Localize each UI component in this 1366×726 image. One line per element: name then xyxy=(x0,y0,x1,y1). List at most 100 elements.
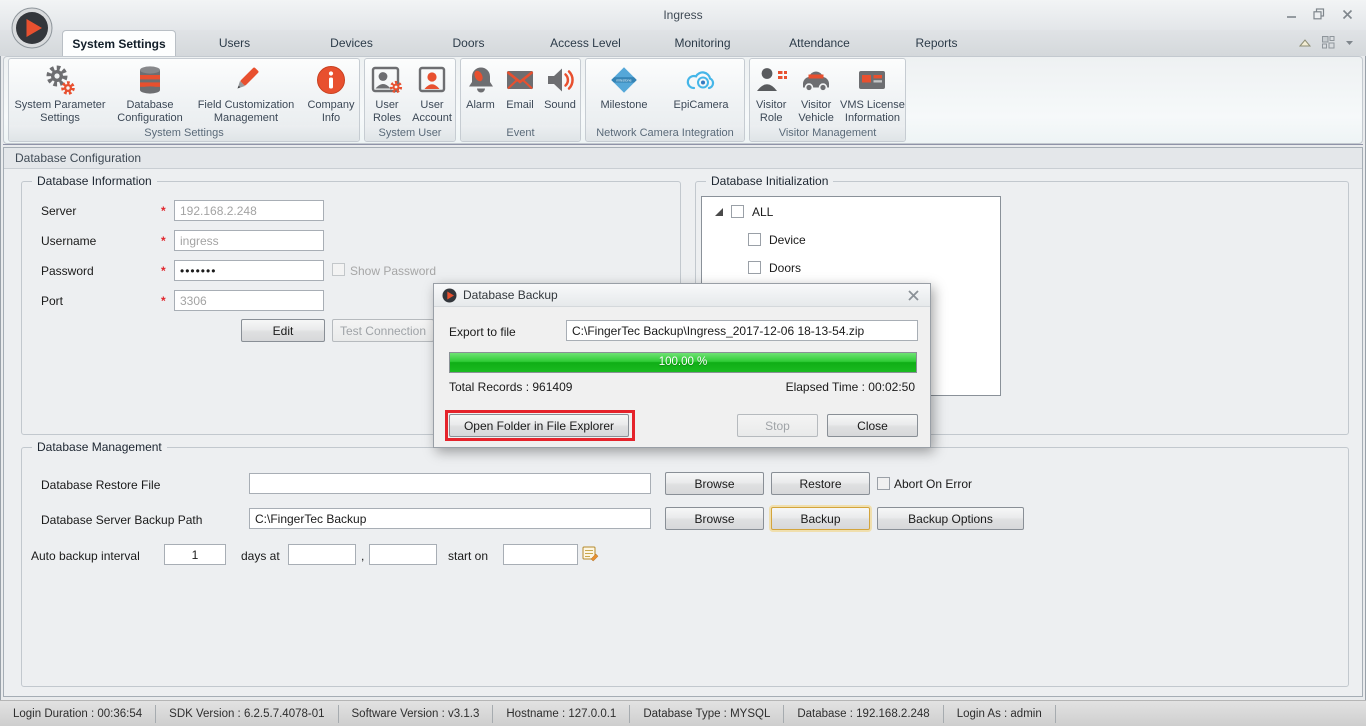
port-label: Port xyxy=(41,294,64,308)
restore-icon xyxy=(1313,8,1325,20)
ribbon-item-label: Database Configuration xyxy=(117,99,183,124)
show-password-label: Show Password xyxy=(350,264,437,278)
backup-options-button[interactable]: Backup Options xyxy=(877,507,1024,530)
database-restore-file-input[interactable] xyxy=(249,473,651,494)
required-marker: * xyxy=(161,204,166,218)
tree-item-device[interactable]: Device xyxy=(769,233,806,247)
milestone-icon: milestone xyxy=(611,67,637,93)
tab-doors[interactable]: Doors xyxy=(410,30,527,56)
ribbon-item-label: EpiCamera xyxy=(673,99,729,111)
ribbon: System Parameter Settings Database Confi… xyxy=(8,58,906,142)
close-dialog-button[interactable]: Close xyxy=(827,414,918,437)
port-input[interactable]: 3306 xyxy=(174,290,324,311)
ribbon-collapse-icon[interactable] xyxy=(1298,36,1312,50)
status-bar: Login Duration : 00:36:54 SDK Version : … xyxy=(0,700,1366,726)
browse-restore-button[interactable]: Browse xyxy=(665,472,764,495)
ribbon-group-caption: Network Camera Integration xyxy=(586,125,744,141)
dialog-close-icon[interactable] xyxy=(907,289,920,302)
ribbon-item-sound[interactable]: Sound xyxy=(540,63,580,112)
ribbon-item-visitor-role[interactable]: Visitor Role xyxy=(750,63,792,124)
app-window: Ingress System Settings Users Devices Do… xyxy=(0,0,1366,726)
tab-system-settings[interactable]: System Settings xyxy=(62,30,176,56)
tree-item-all[interactable]: ALL xyxy=(752,205,773,219)
total-records-label: Total Records : 961409 xyxy=(449,380,573,394)
username-label: Username xyxy=(41,234,97,248)
tab-monitoring[interactable]: Monitoring xyxy=(644,30,761,56)
backup-time2-input[interactable] xyxy=(369,544,437,565)
tab-attendance[interactable]: Attendance xyxy=(761,30,878,56)
restore-button[interactable]: Restore xyxy=(771,472,870,495)
required-marker: * xyxy=(161,234,166,248)
stop-button[interactable]: Stop xyxy=(737,414,818,437)
envelope-icon xyxy=(506,70,534,90)
tab-devices[interactable]: Devices xyxy=(293,30,410,56)
date-picker-icon[interactable] xyxy=(582,545,599,562)
tree-item-doors[interactable]: Doors xyxy=(769,261,801,275)
dialog-title: Database Backup xyxy=(463,288,558,302)
database-server-backup-path-input[interactable]: C:\FingerTec Backup xyxy=(249,508,651,529)
group-legend: Database Information xyxy=(32,174,157,188)
ribbon-item-epicamera[interactable]: EpiCamera xyxy=(662,63,740,112)
minimize-icon xyxy=(1286,15,1296,18)
ribbon-item-user-account[interactable]: User Account xyxy=(409,63,455,124)
tree-checkbox-doors[interactable] xyxy=(748,261,761,274)
minimize-button[interactable] xyxy=(1284,7,1298,21)
status-database-type: Database Type : MYSQL xyxy=(630,704,785,723)
group-legend: Database Initialization xyxy=(706,174,834,188)
pencil-icon xyxy=(237,67,259,89)
ribbon-item-milestone[interactable]: milestone Milestone xyxy=(586,63,662,112)
more-dropdown-icon[interactable] xyxy=(1345,38,1354,47)
show-password-checkbox[interactable] xyxy=(332,263,345,276)
test-connection-button[interactable]: Test Connection xyxy=(332,319,434,342)
comma-separator: , xyxy=(361,549,365,563)
ribbon-item-label: System Parameter Settings xyxy=(14,99,106,124)
username-input[interactable]: ingress xyxy=(174,230,324,251)
export-to-file-label: Export to file xyxy=(449,325,516,339)
start-date-input[interactable] xyxy=(503,544,578,565)
tab-reports[interactable]: Reports xyxy=(878,30,995,56)
status-software-version: Software Version : v3.1.3 xyxy=(339,704,494,723)
edit-button[interactable]: Edit xyxy=(241,319,325,342)
server-input[interactable]: 192.168.2.248 xyxy=(174,200,324,221)
window-title: Ingress xyxy=(663,8,703,22)
epicamera-icon xyxy=(686,71,715,90)
ribbon-item-label: User Account xyxy=(412,99,452,124)
password-input[interactable]: ••••••• xyxy=(174,260,324,281)
browse-backup-button[interactable]: Browse xyxy=(665,507,764,530)
close-button[interactable] xyxy=(1340,7,1354,21)
ribbon-group-caption: System User xyxy=(365,125,455,141)
layout-switch-icon[interactable] xyxy=(1321,35,1336,50)
ribbon-item-field-customization-management[interactable]: Field Customization Management xyxy=(189,63,303,124)
ribbon-item-company-info[interactable]: Company Info xyxy=(303,63,359,124)
ribbon-item-label: Field Customization Management xyxy=(197,99,295,124)
server-label: Server xyxy=(41,204,77,218)
ribbon-item-database-configuration[interactable]: Database Configuration xyxy=(111,63,189,124)
ribbon-item-visitor-vehicle[interactable]: Visitor Vehicle xyxy=(792,63,839,124)
auto-backup-interval-label: Auto backup interval xyxy=(31,549,140,563)
app-menu-button[interactable] xyxy=(11,7,53,49)
tree-expander-icon[interactable] xyxy=(715,208,723,216)
tree-checkbox-all[interactable] xyxy=(731,205,744,218)
restore-button[interactable] xyxy=(1312,7,1326,21)
ribbon-item-vms-license-information[interactable]: VMS License Information xyxy=(840,63,905,124)
ribbon-item-user-roles[interactable]: User Roles xyxy=(365,63,409,124)
backup-time1-input[interactable] xyxy=(288,544,356,565)
tab-users[interactable]: Users xyxy=(176,30,293,56)
export-to-file-input[interactable]: C:\FingerTec Backup\Ingress_2017-12-06 1… xyxy=(566,320,918,341)
ribbon-item-label: User Roles xyxy=(372,99,402,124)
ribbon-item-alarm[interactable]: Alarm xyxy=(461,63,500,112)
tree-checkbox-device[interactable] xyxy=(748,233,761,246)
interval-input[interactable]: 1 xyxy=(164,544,226,565)
title-bar: Ingress xyxy=(0,0,1366,30)
progress-percent: 100.00 % xyxy=(658,356,708,368)
backup-button[interactable]: Backup xyxy=(771,507,870,530)
ribbon-item-label: VMS License Information xyxy=(840,99,905,124)
abort-on-error-checkbox[interactable] xyxy=(877,477,890,490)
tab-access-level[interactable]: Access Level xyxy=(527,30,644,56)
ribbon-item-system-parameter-settings[interactable]: System Parameter Settings xyxy=(9,63,111,124)
ribbon-item-email[interactable]: Email xyxy=(500,63,540,112)
open-folder-in-file-explorer-button[interactable]: Open Folder in File Explorer xyxy=(449,414,629,437)
status-login-as: Login As : admin xyxy=(944,704,1056,723)
required-marker: * xyxy=(161,264,166,278)
ribbon-group-caption: System Settings xyxy=(9,125,359,141)
